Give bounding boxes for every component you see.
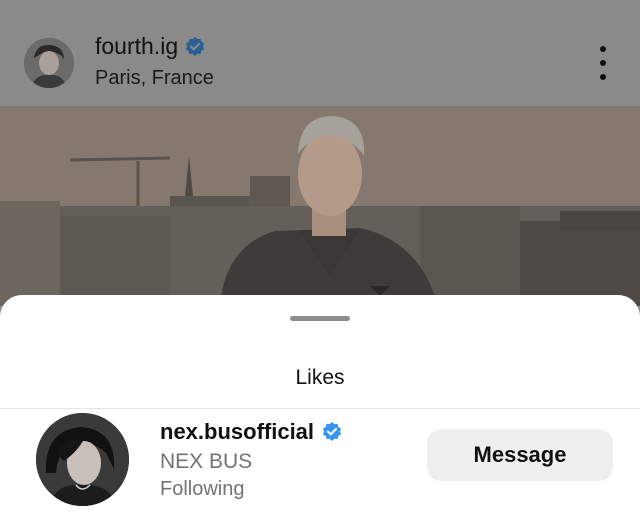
like-username[interactable]: nex.busofficial <box>160 419 343 445</box>
post-author-name[interactable]: fourth.ig <box>95 33 206 60</box>
like-full-name: NEX BUS <box>160 450 253 473</box>
more-vertical-icon[interactable] <box>590 46 616 80</box>
message-button[interactable]: Message <box>427 429 613 481</box>
post-location[interactable]: Paris, France <box>95 67 214 90</box>
like-username-text: nex.busofficial <box>160 419 315 444</box>
post-photo <box>0 106 640 306</box>
avatar[interactable] <box>36 413 129 506</box>
like-follow-status: Following <box>160 478 245 500</box>
list-item[interactable]: nex.busofficial NEX BUS Following Messag… <box>0 409 640 516</box>
post-username-text: fourth.ig <box>95 33 179 59</box>
likes-sheet: Likes nex.busofficial NEX BUS Following … <box>0 295 640 516</box>
sheet-title: Likes <box>295 366 345 389</box>
post-header: fourth.ig Paris, France <box>0 0 640 106</box>
verified-badge-icon <box>185 36 205 56</box>
post-author-avatar[interactable] <box>24 38 74 88</box>
sheet-drag-handle[interactable] <box>290 316 350 321</box>
verified-badge-icon <box>322 421 342 441</box>
